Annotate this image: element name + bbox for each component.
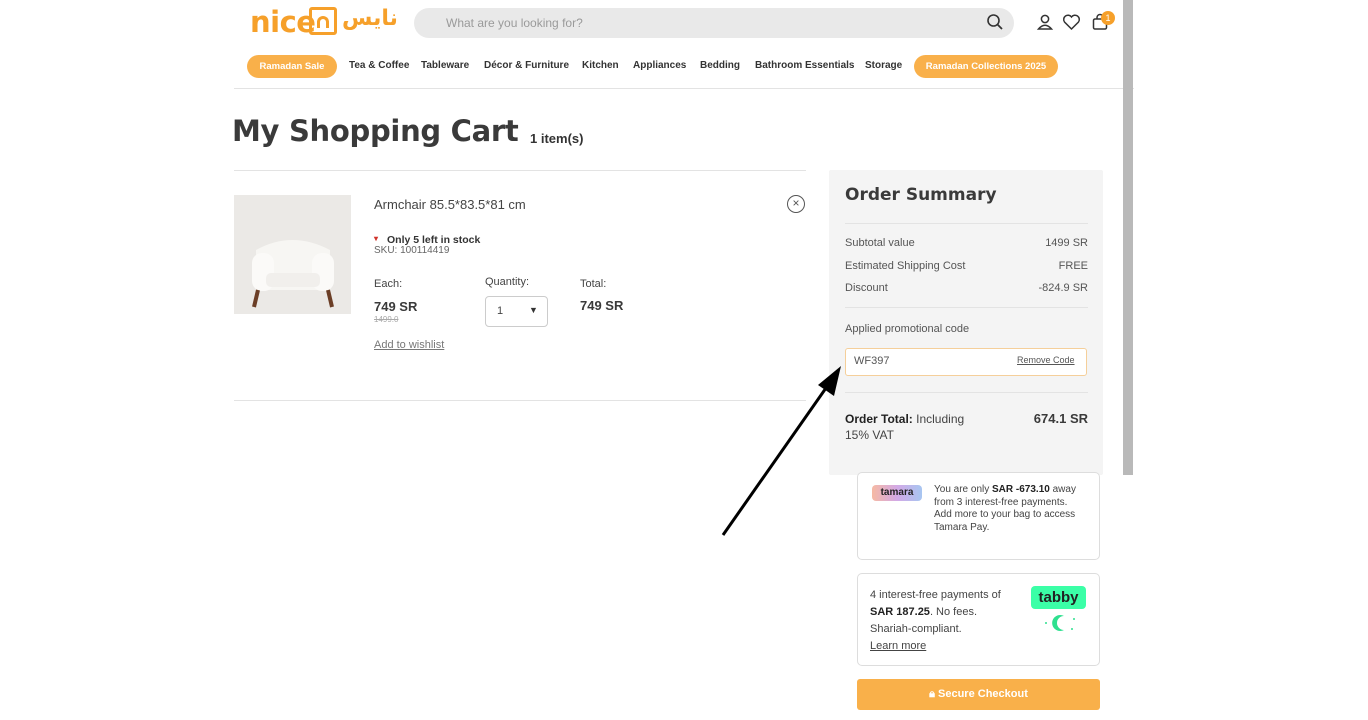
nav-storage[interactable]: Storage [865, 60, 902, 71]
promo-label: Applied promotional code [845, 323, 970, 335]
search-icon[interactable] [986, 13, 1004, 31]
chevron-down-icon: ▼ [529, 305, 538, 315]
cart-divider-top [234, 170, 806, 171]
logo-mark-icon [309, 7, 337, 35]
quantity-value: 1 [497, 305, 504, 317]
line-total: 749 SR [580, 298, 624, 313]
product-sku: SKU: 100114419 [374, 245, 450, 256]
add-to-wishlist-link[interactable]: Add to wishlist [374, 339, 444, 351]
checkout-label: Secure Checkout [938, 688, 1028, 700]
nav-bedding[interactable]: Bedding [700, 60, 740, 71]
unit-price: 749 SR [374, 299, 418, 314]
total-label: Total: [580, 278, 607, 290]
tabby-amount: SAR 187.25 [870, 606, 930, 618]
logo-arabic: نايس [342, 6, 398, 31]
header-divider [234, 88, 1134, 89]
tabby-learn-more-link[interactable]: Learn more [870, 640, 926, 652]
stock-alert-icon: ▾ [374, 234, 379, 243]
remove-item-icon[interactable]: × [787, 195, 805, 213]
promo-code: WF397 [854, 355, 890, 367]
nav-ramadan-sale[interactable]: Ramadan Sale [247, 55, 337, 78]
cart-count-badge: 1 [1101, 11, 1115, 25]
order-total-value: 674.1 SR [1033, 411, 1088, 426]
nav-tea-coffee[interactable]: Tea & Coffee [349, 60, 409, 71]
shipping-label: Estimated Shipping Cost [845, 260, 966, 272]
tabby-logo: tabby [1031, 586, 1086, 609]
order-total-label: Order Total: Including 15% VAT [845, 411, 985, 443]
summary-divider [845, 223, 1088, 224]
scrollbar[interactable] [1123, 0, 1133, 475]
product-name[interactable]: Armchair 85.5*83.5*81 cm [374, 197, 526, 212]
order-total-title: Order Total: [845, 412, 913, 426]
armchair-image [234, 195, 351, 314]
old-price: 1499.0 [374, 315, 399, 324]
summary-divider-2 [845, 307, 1088, 308]
tabby-message: 4 interest-free payments of SAR 187.25. … [870, 587, 1020, 655]
logo-nice[interactable]: nice [250, 5, 316, 39]
heart-icon[interactable] [1062, 13, 1081, 31]
summary-divider-3 [845, 392, 1088, 393]
nav-bathroom-essentials[interactable]: Bathroom Essentials [755, 60, 854, 71]
quantity-select[interactable] [485, 296, 548, 327]
nav-decor-furniture[interactable]: Décor & Furniture [484, 60, 569, 71]
subtotal-value: 1499 SR [1045, 237, 1088, 249]
discount-value: -824.9 SR [1038, 282, 1088, 294]
tamara-message: You are only SAR -673.10 away from 3 int… [934, 484, 1079, 534]
annotation-arrow [721, 366, 841, 536]
subtotal-label: Subtotal value [845, 237, 915, 249]
each-label: Each: [374, 278, 403, 290]
nav-ramadan-collections[interactable]: Ramadan Collections 2025 [914, 55, 1058, 78]
shipping-value: FREE [1058, 260, 1088, 272]
remove-code-link[interactable]: Remove Code [1017, 355, 1075, 365]
nav-tableware[interactable]: Tableware [421, 60, 469, 71]
tabby-text-prefix: 4 interest-free payments of [870, 589, 1001, 601]
tamara-amount: SAR -673.10 [992, 484, 1050, 495]
user-icon[interactable] [1036, 13, 1054, 31]
lock-icon: 🔒︎ [929, 688, 935, 700]
tamara-logo: tamara [872, 485, 922, 501]
item-count: 1 item(s) [530, 131, 584, 146]
nav-appliances[interactable]: Appliances [633, 60, 686, 71]
discount-label: Discount [845, 282, 888, 294]
product-image[interactable] [234, 195, 351, 314]
secure-checkout-button[interactable]: 🔒︎ Secure Checkout [857, 679, 1100, 710]
quantity-label: Quantity: [485, 276, 530, 288]
order-summary-title: Order Summary [845, 185, 997, 205]
search-placeholder: What are you looking for? [446, 16, 583, 30]
nav-kitchen[interactable]: Kitchen [582, 60, 619, 71]
crescent-stars-icon [1045, 615, 1075, 631]
tamara-text-prefix: You are only [934, 484, 993, 495]
page-title: My Shopping Cart [232, 114, 519, 148]
